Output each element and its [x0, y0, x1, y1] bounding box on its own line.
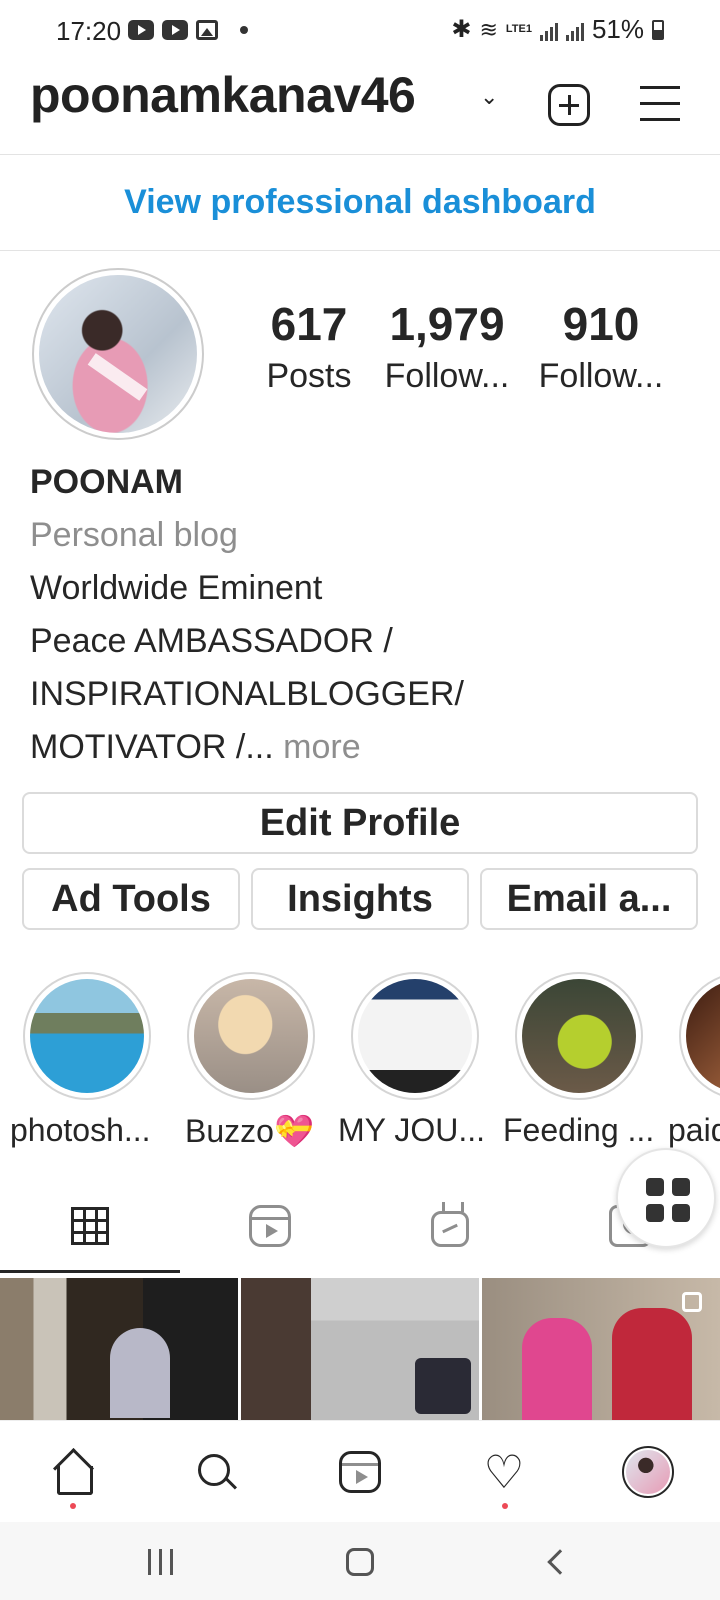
back-button[interactable]: [530, 1544, 590, 1580]
highlight-label[interactable]: Buzzo💝: [185, 1112, 314, 1150]
highlight-item[interactable]: [350, 972, 480, 1100]
highlight-item[interactable]: [514, 972, 644, 1100]
menu-icon[interactable]: [640, 86, 680, 122]
posts-stat[interactable]: 617 Posts: [250, 296, 368, 400]
active-tab-indicator: [0, 1270, 180, 1273]
highlight-label[interactable]: Feeding ...: [503, 1112, 654, 1149]
edit-profile-button[interactable]: Edit Profile: [22, 792, 698, 854]
gallery-notification-icon: [196, 20, 218, 40]
profile-avatar: [622, 1446, 674, 1498]
nav-home[interactable]: [0, 1421, 144, 1523]
signal-roaming-icon: [565, 19, 584, 41]
post-thumbnail[interactable]: [241, 1278, 479, 1420]
grid-icon: [71, 1207, 109, 1245]
posts-count: 617: [270, 298, 348, 350]
notification-dot: [70, 1503, 76, 1509]
home-icon: [52, 1452, 93, 1495]
back-icon: [547, 1549, 573, 1575]
post-thumbnail[interactable]: [0, 1278, 238, 1420]
display-name: POONAM: [30, 463, 183, 501]
post-thumbnail[interactable]: [482, 1278, 720, 1420]
highlight-cover: [194, 979, 308, 1093]
system-navigation-bar: [0, 1522, 720, 1600]
highlight-labels: photosh... Buzzo💝 MY JOU... Feeding ... …: [0, 1112, 720, 1162]
highlight-item[interactable]: [22, 972, 152, 1100]
posts-label: Posts: [266, 357, 352, 395]
followers-count: 1,979: [389, 298, 505, 350]
bio-line: MOTIVATOR /...: [30, 728, 274, 766]
bio-line-truncated: MOTIVATOR /... more: [30, 721, 690, 774]
highlight-item[interactable]: [678, 972, 720, 1100]
tab-reels[interactable]: [180, 1180, 360, 1272]
category-label: Personal blog: [30, 516, 238, 554]
tab-grid[interactable]: [0, 1180, 180, 1272]
profile-bio: POONAM Personal blog Worldwide Eminent P…: [30, 456, 690, 774]
followers-stat[interactable]: 1,979 Follow...: [368, 296, 526, 400]
recents-button[interactable]: [130, 1544, 190, 1580]
profile-tabs: [0, 1180, 720, 1272]
igtv-icon: [431, 1211, 469, 1247]
notification-icons: [128, 20, 248, 40]
followers-label: Follow...: [384, 357, 510, 395]
highlight-cover: [358, 979, 472, 1093]
highlight-item[interactable]: [186, 972, 316, 1100]
bottom-navigation: ♡: [0, 1420, 720, 1522]
insights-button[interactable]: Insights: [251, 868, 469, 930]
profile-header: poonamkanav46 ⌄: [0, 62, 720, 154]
bio-line: Peace AMBASSADOR /: [30, 622, 393, 660]
following-count: 910: [562, 298, 640, 350]
highlight-label[interactable]: MY JOU...: [338, 1112, 485, 1149]
following-stat[interactable]: 910 Follow...: [526, 296, 676, 400]
battery-percent: 51%: [591, 14, 644, 44]
nav-activity[interactable]: ♡: [432, 1421, 576, 1523]
bio-line: Worldwide Eminent: [30, 569, 323, 607]
account-username[interactable]: poonamkanav46: [30, 66, 416, 124]
floating-grid-button[interactable]: [616, 1148, 716, 1248]
email-button[interactable]: Email a...: [480, 868, 698, 930]
reels-icon: [339, 1451, 381, 1493]
bluetooth-icon: ✱: [451, 16, 472, 43]
profile-stats: 617 Posts 1,979 Follow... 910 Follow...: [250, 296, 690, 400]
more-notifications-dot-icon: [240, 26, 248, 34]
posts-grid: [0, 1278, 720, 1420]
bio-more-link[interactable]: more: [283, 728, 360, 766]
bio-line: INSPIRATIONALBLOGGER/: [30, 675, 464, 713]
home-icon: [346, 1548, 374, 1576]
heart-icon: ♡: [483, 1446, 525, 1498]
nav-reels[interactable]: [288, 1421, 432, 1523]
notification-dot: [502, 1503, 508, 1509]
status-bar: 17:20 ✱ ≋ LTE1 51%: [0, 0, 720, 62]
youtube-notification-icon: [128, 20, 154, 40]
reels-icon: [249, 1205, 291, 1247]
profile-avatar[interactable]: [32, 268, 204, 440]
dashboard-divider: [0, 250, 720, 251]
nav-search[interactable]: [144, 1421, 288, 1523]
highlight-cover: [686, 979, 720, 1093]
youtube-notification-icon: [162, 20, 188, 40]
highlight-label[interactable]: photosh...: [10, 1112, 151, 1149]
highlight-cover: [522, 979, 636, 1093]
search-icon: [196, 1452, 236, 1492]
wifi-icon: ≋: [479, 16, 498, 42]
status-time: 17:20: [56, 16, 122, 46]
signal-icon: [539, 19, 558, 41]
new-post-icon[interactable]: [548, 84, 590, 126]
professional-dashboard-link[interactable]: View professional dashboard: [0, 154, 720, 250]
system-status-icons: ✱ ≋ LTE1 51%: [451, 14, 664, 45]
battery-icon: [652, 19, 664, 40]
lte-indicator: LTE1: [505, 23, 532, 35]
home-button[interactable]: [330, 1544, 390, 1580]
ad-tools-button[interactable]: Ad Tools: [22, 868, 240, 930]
carousel-icon: [682, 1292, 702, 1312]
profile-photo: [39, 275, 197, 433]
chevron-down-icon[interactable]: ⌄: [480, 84, 498, 110]
nav-profile[interactable]: [576, 1421, 720, 1523]
highlight-cover: [30, 979, 144, 1093]
following-label: Follow...: [538, 357, 664, 395]
tab-igtv[interactable]: [360, 1180, 540, 1272]
highlight-label[interactable]: paid: [668, 1112, 720, 1149]
